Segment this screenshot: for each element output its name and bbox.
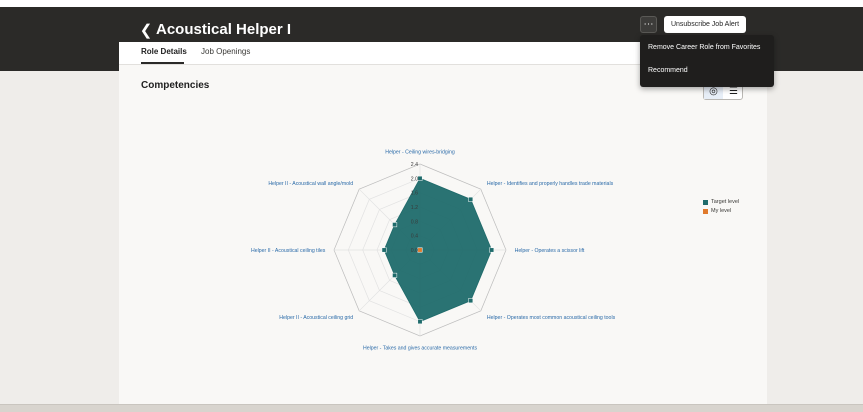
legend-swatch-target [703, 200, 708, 205]
radar-tick-label: 2.4 [411, 162, 418, 168]
menu-item-recommend[interactable]: Recommend [648, 67, 688, 74]
more-actions-menu: Remove Career Role from Favorites Recomm… [640, 35, 774, 87]
series-point-target-level [417, 319, 423, 325]
more-actions-button[interactable]: ⋯ [640, 16, 657, 33]
radar-axis-label: Helper II - Acoustical ceiling tiles [251, 248, 326, 254]
chevron-left-icon: ❮ [139, 22, 153, 39]
radar-tick-label: 0.4 [411, 234, 418, 240]
series-point-my-level [417, 247, 423, 253]
series-point-target-level [417, 175, 423, 181]
series-point-target-level [468, 298, 474, 304]
tab-job-openings[interactable]: Job Openings [201, 47, 250, 56]
competencies-radar-chart: 0.0 0.4 0.8 1.2 1.6 2.0 2.4 Helper - Ceiling w… [251, 149, 616, 352]
series-point-target-level [392, 222, 398, 228]
radar-tick-label: 2.0 [411, 176, 418, 182]
radar-axis-label: Helper - Operates most common acoustical… [487, 315, 616, 321]
active-tab-indicator [141, 62, 184, 64]
tab-role-details[interactable]: Role Details [141, 47, 187, 56]
radar-axis-label: Helper - Identifies and properly handles… [487, 181, 614, 187]
series-point-target-level [468, 196, 474, 202]
ellipsis-icon: ⋯ [643, 19, 654, 30]
list-icon: ☰ [729, 86, 738, 97]
browser-top-strip [0, 0, 863, 7]
radar-tick-label: 0.8 [411, 219, 418, 225]
radar-axis-label: Helper - Takes and gives accurate measur… [363, 346, 477, 352]
unsubscribe-job-alert-button[interactable]: Unsubscribe Job Alert [664, 16, 746, 33]
back-button[interactable]: ❮ [139, 22, 153, 40]
content-card: Role Details Job Openings Competencies ◎… [119, 42, 767, 411]
radar-axis-label: Helper II - Acoustical ceiling grid [279, 315, 353, 321]
series-point-target-level [381, 247, 387, 253]
menu-item-remove-favorite[interactable]: Remove Career Role from Favorites [648, 44, 760, 51]
series-area-target-level [383, 177, 493, 323]
radar-axis-label: Helper - Ceiling wires-bridging [385, 149, 455, 155]
radar-chart-icon: ◎ [709, 86, 718, 97]
radar-axis-label: Helper - Operates a scissor lift [515, 248, 585, 254]
series-point-target-level [392, 272, 398, 278]
section-title: Competencies [141, 80, 210, 91]
legend-swatch-my [703, 209, 708, 214]
radar-axis-label: Helper II - Acoustical wall angle/mold [268, 181, 353, 187]
radar-tick-label: 1.2 [411, 205, 418, 211]
radar-series [381, 175, 495, 325]
radar-tick-label: 1.6 [411, 191, 418, 197]
radar-tick-label: 0.0 [411, 248, 418, 254]
series-point-target-level [489, 247, 495, 253]
page-title: Acoustical Helper I [156, 21, 292, 38]
